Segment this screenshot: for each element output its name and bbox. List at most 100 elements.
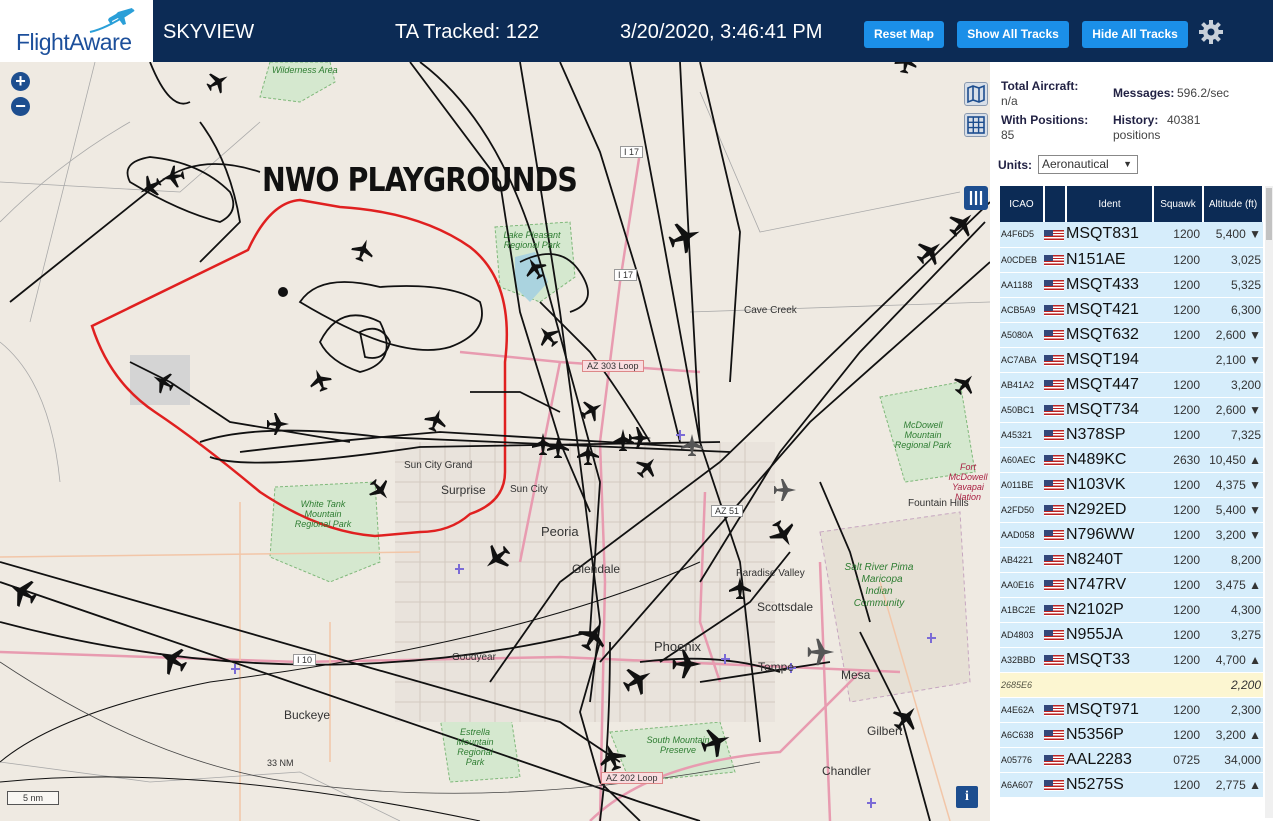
table-row[interactable]: A0CDEB N151AE 1200 3,025 [1000, 247, 1263, 273]
table-scrollbar-thumb[interactable] [1266, 188, 1272, 240]
us-flag-icon [1044, 779, 1064, 791]
gear-icon[interactable] [1198, 19, 1224, 45]
column-header-icao[interactable]: ICAO [1000, 186, 1045, 222]
flag-cell [1044, 297, 1066, 323]
icao-cell: AAD058 [1000, 522, 1044, 548]
altitude-cell: 5,400 ▼ [1203, 222, 1263, 248]
map-label-park: Fort McDowell Yavapai Nation [948, 462, 988, 502]
ident-cell: N796WW [1066, 522, 1153, 548]
total-aircraft-label: Total Aircraft: [1001, 79, 1079, 93]
table-row[interactable]: AB4221 N8240T 1200 8,200 [1000, 547, 1263, 573]
table-row[interactable]: 2685E6 2,200 [1000, 672, 1263, 698]
icao-cell: A4E62A [1000, 697, 1044, 723]
hide-all-tracks-button[interactable]: Hide All Tracks [1082, 21, 1188, 48]
icao-cell: A6A607 [1000, 772, 1044, 798]
altitude-cell: 2,200 [1203, 672, 1263, 698]
map-annotation: NWO PLAYGROUNDS [262, 160, 578, 199]
table-row[interactable]: AC7ABA MSQT194 2,100 ▼ [1000, 347, 1263, 373]
table-row[interactable]: A4E62A MSQT971 1200 2,300 [1000, 697, 1263, 723]
table-row[interactable]: AB41A2 MSQT447 1200 3,200 [1000, 372, 1263, 398]
flag-cell [1044, 272, 1066, 298]
squawk-cell: 1200 [1153, 647, 1203, 673]
icao-cell: 2685E6 [1000, 672, 1044, 698]
flightaware-logo[interactable]: FlightAware [0, 0, 156, 62]
map-view[interactable]: NWO PLAYGROUNDS Wilderness Area Cave Cre… [0, 62, 990, 821]
table-row[interactable]: A6A607 N5275S 1200 2,775 ▲ [1000, 772, 1263, 798]
grid-toggle-button[interactable] [964, 113, 988, 137]
us-flag-icon [1044, 554, 1064, 566]
show-all-tracks-button[interactable]: Show All Tracks [957, 21, 1069, 48]
table-row[interactable]: A45321 N378SP 1200 7,325 [1000, 422, 1263, 448]
us-flag-icon [1044, 454, 1064, 466]
icao-cell: AD4803 [1000, 622, 1044, 648]
column-header-flag[interactable] [1044, 186, 1067, 222]
map-label-park: McDowell Mountain Regional Park [894, 420, 952, 450]
us-flag-icon [1044, 529, 1064, 541]
us-flag-icon [1044, 729, 1064, 741]
icao-cell: A2FD50 [1000, 497, 1044, 523]
squawk-cell: 0725 [1153, 747, 1203, 773]
altitude-cell: 3,025 [1203, 247, 1263, 273]
table-row[interactable]: A011BE N103VK 1200 4,375 ▼ [1000, 472, 1263, 498]
altitude-cell: 3,200 ▼ [1203, 522, 1263, 548]
columns-button[interactable] [964, 186, 988, 210]
altitude-cell: 2,100 ▼ [1203, 347, 1263, 373]
table-row[interactable]: A6C638 N5356P 1200 3,200 ▲ [1000, 722, 1263, 748]
map-label-place: Cave Creek [744, 305, 797, 316]
ident-cell: MSQT971 [1066, 697, 1153, 723]
zoom-out-button[interactable]: − [11, 97, 30, 116]
table-row[interactable]: A32BBD MSQT33 1200 4,700 ▲ [1000, 647, 1263, 673]
table-row[interactable]: A2FD50 N292ED 1200 5,400 ▼ [1000, 497, 1263, 523]
table-header-row: ICAO Ident Squawk Altitude (ft) [1000, 186, 1263, 222]
table-row[interactable]: AA0E16 N747RV 1200 3,475 ▲ [1000, 572, 1263, 598]
map-icon [967, 84, 985, 104]
map-label-place: Tempe [758, 660, 795, 674]
table-row[interactable]: A5080A MSQT632 1200 2,600 ▼ [1000, 322, 1263, 348]
flag-cell [1044, 497, 1066, 523]
altitude-cell: 2,600 ▼ [1203, 322, 1263, 348]
units-label: Units: [998, 158, 1032, 172]
map-label-place: Chandler [822, 764, 871, 778]
squawk-cell: 1200 [1153, 522, 1203, 548]
icao-cell: AB41A2 [1000, 372, 1044, 398]
map-layers-button[interactable] [964, 82, 988, 106]
table-row[interactable]: A05776 AAL2283 0725 34,000 [1000, 747, 1263, 773]
table-row[interactable]: AA1188 MSQT433 1200 5,325 [1000, 272, 1263, 298]
us-flag-icon [1044, 604, 1064, 616]
range-ring-label: 33 NM [267, 758, 294, 768]
us-flag-icon [1044, 654, 1064, 666]
altitude-cell: 7,325 [1203, 422, 1263, 448]
table-row[interactable]: A60AEC N489KC 2630 10,450 ▲ [1000, 447, 1263, 473]
table-row[interactable]: A50BC1 MSQT734 1200 2,600 ▼ [1000, 397, 1263, 423]
road-label: I 10 [293, 654, 317, 666]
units-select[interactable]: Aeronautical ▼ [1038, 155, 1138, 174]
icao-cell: A6C638 [1000, 722, 1044, 748]
ident-cell: N489KC [1066, 447, 1153, 473]
altitude-cell: 2,600 ▼ [1203, 397, 1263, 423]
column-header-squawk[interactable]: Squawk [1153, 186, 1204, 222]
zoom-in-button[interactable]: + [11, 72, 30, 91]
table-row[interactable]: AAD058 N796WW 1200 3,200 ▼ [1000, 522, 1263, 548]
reset-map-button[interactable]: Reset Map [864, 21, 944, 48]
altitude-cell: 34,000 [1203, 747, 1263, 773]
skyview-app: FlightAware SKYVIEW TA Tracked: 122 3/20… [0, 0, 1273, 821]
info-icon[interactable]: i [956, 786, 978, 808]
altitude-cell: 10,450 ▲ [1203, 447, 1263, 473]
us-flag-icon [1044, 354, 1064, 366]
table-row[interactable]: A4F6D5 MSQT831 1200 5,400 ▼ [1000, 222, 1263, 248]
us-flag-icon [1044, 379, 1064, 391]
map-label-place: Scottsdale [757, 600, 814, 614]
table-row[interactable]: AD4803 N955JA 1200 3,275 [1000, 622, 1263, 648]
flag-cell [1044, 447, 1066, 473]
icao-cell: A1BC2E [1000, 597, 1044, 623]
flag-cell [1044, 372, 1066, 398]
altitude-cell: 8,200 [1203, 547, 1263, 573]
table-row[interactable]: A1BC2E N2102P 1200 4,300 [1000, 597, 1263, 623]
tracked-count: TA Tracked: 122 [395, 21, 540, 43]
table-scrollbar[interactable] [1265, 186, 1273, 818]
column-header-altitude[interactable]: Altitude (ft) [1203, 186, 1263, 222]
column-header-ident[interactable]: Ident [1066, 186, 1154, 222]
flag-cell [1044, 422, 1066, 448]
table-row[interactable]: ACB5A9 MSQT421 1200 6,300 [1000, 297, 1263, 323]
aircraft-table[interactable]: ICAO Ident Squawk Altitude (ft) A4F6D5 MS… [1000, 186, 1263, 821]
